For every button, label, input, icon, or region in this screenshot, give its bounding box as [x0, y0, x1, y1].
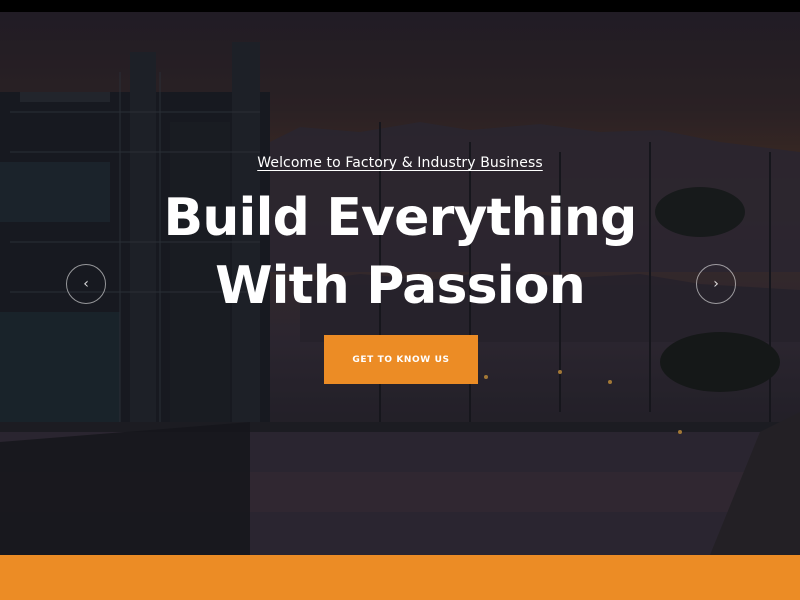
hero-headline: Build Everything With Passion — [0, 184, 800, 320]
headline-line-2: With Passion — [215, 256, 586, 316]
headline-line-1: Build Everything — [163, 188, 638, 248]
chevron-left-icon: ‹ — [83, 276, 89, 292]
slider-prev-button[interactable]: ‹ — [66, 264, 106, 304]
chevron-right-icon: › — [713, 276, 719, 292]
get-to-know-us-button[interactable]: GET TO KNOW US — [324, 335, 478, 384]
hero-tagline[interactable]: Welcome to Factory & Industry Business — [0, 155, 800, 171]
hero-slider: Welcome to Factory & Industry Business B… — [0, 12, 800, 555]
orange-footer-band — [0, 555, 800, 600]
top-bar — [0, 0, 800, 12]
slider-next-button[interactable]: › — [696, 264, 736, 304]
